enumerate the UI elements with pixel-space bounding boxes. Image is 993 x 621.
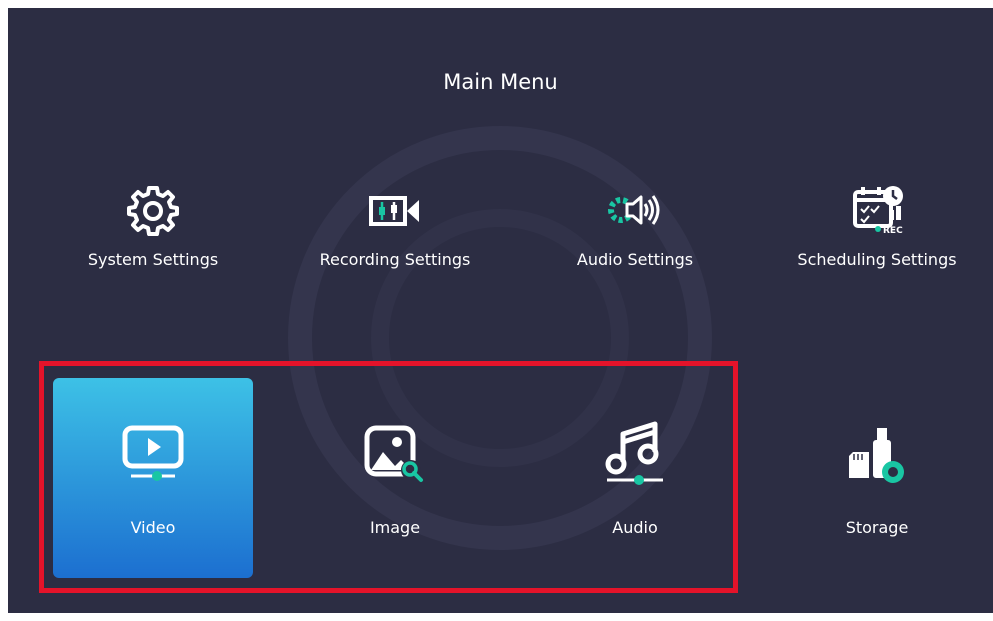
music-note-icon <box>605 421 663 485</box>
audio-tile[interactable]: Audio <box>535 378 735 578</box>
audio-label: Audio <box>612 518 658 537</box>
image-search-icon <box>364 425 423 482</box>
gear-icon <box>127 186 179 236</box>
schedule-rec-icon: REC <box>853 186 903 236</box>
storage-label: Storage <box>845 518 909 537</box>
recording-settings-label: Recording Settings <box>319 250 471 269</box>
main-menu-screen: Main Menu System Settings Recording Sett… <box>8 8 993 613</box>
audio-settings-label: Audio Settings <box>576 250 694 269</box>
system-settings-tile[interactable]: System Settings <box>53 168 253 368</box>
scheduling-settings-tile[interactable]: REC Scheduling Settings <box>777 168 977 368</box>
page-title: Main Menu <box>443 70 558 94</box>
image-tile[interactable]: Image <box>295 378 495 578</box>
image-label: Image <box>369 518 421 537</box>
storage-tile[interactable]: Storage <box>777 378 977 578</box>
video-label: Video <box>130 518 176 537</box>
system-settings-label: System Settings <box>87 250 219 269</box>
video-tile[interactable]: Video <box>53 378 253 578</box>
video-recording-icon <box>369 196 419 226</box>
audio-settings-icon <box>608 195 660 225</box>
rec-badge: REC <box>883 226 903 236</box>
video-player-icon <box>122 425 184 481</box>
recording-settings-tile[interactable]: Recording Settings <box>295 168 495 368</box>
storage-icon <box>849 428 904 483</box>
scheduling-settings-label: Scheduling Settings <box>797 250 957 269</box>
audio-settings-tile[interactable]: Audio Settings <box>535 168 735 368</box>
